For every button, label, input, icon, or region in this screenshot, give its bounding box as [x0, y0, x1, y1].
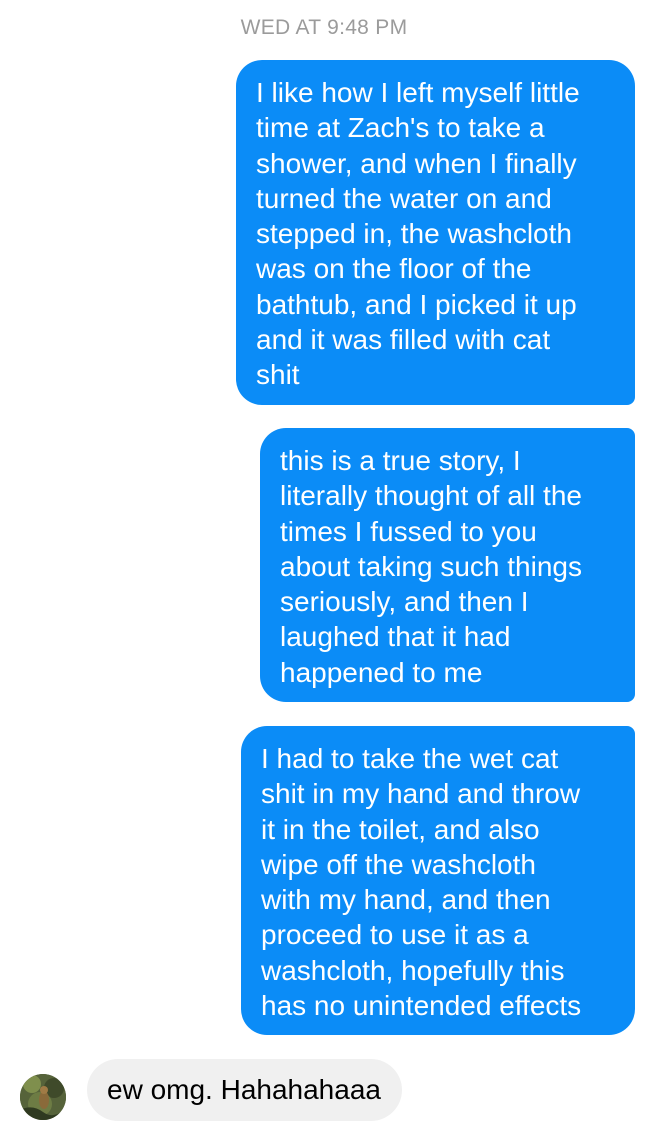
- avatar-photo-icon: [20, 1074, 66, 1120]
- outgoing-message-bubble[interactable]: I had to take the wet cat shit in my han…: [241, 726, 635, 1035]
- outgoing-message-bubble[interactable]: this is a true story, I literally though…: [260, 428, 635, 702]
- outgoing-message-bubble[interactable]: I like how I left myself little time at …: [236, 60, 635, 405]
- incoming-message-bubble[interactable]: ew omg. Hahahahaaa: [87, 1059, 402, 1121]
- contact-avatar-icon[interactable]: [20, 1074, 66, 1120]
- message-timestamp: WED AT 9:48 PM: [240, 16, 408, 39]
